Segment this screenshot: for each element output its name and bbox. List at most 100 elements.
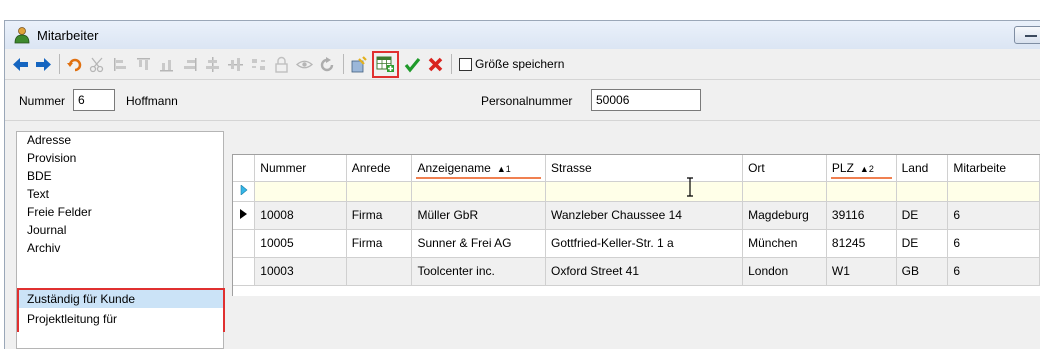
table-row[interactable]: 10003 Toolcenter inc. Oxford Street 41 L…: [233, 257, 1040, 286]
eye-icon: [296, 60, 313, 68]
save-size-toggle[interactable]: Größe speichern: [459, 57, 564, 71]
align-bottom-button[interactable]: [157, 55, 176, 74]
align-left-button[interactable]: [111, 55, 130, 74]
filter-cell[interactable]: [346, 181, 413, 202]
sidebar-item-journal[interactable]: Journal: [27, 223, 66, 237]
filter-cell[interactable]: [411, 181, 546, 202]
back-button[interactable]: [11, 55, 30, 74]
filter-row[interactable]: [233, 181, 1040, 202]
current-row-arrow-icon: [240, 209, 248, 219]
view-button[interactable]: [295, 55, 314, 74]
cell-nummer[interactable]: 10005: [254, 229, 347, 258]
forward-button[interactable]: [34, 55, 53, 74]
distribute-icon: [252, 58, 265, 70]
cell-mitarbeiter[interactable]: 6: [947, 229, 1040, 258]
cell-nummer[interactable]: 10008: [254, 201, 347, 230]
sidebar-item-text[interactable]: Text: [27, 187, 49, 201]
cell-strasse[interactable]: Oxford Street 41: [545, 257, 744, 286]
add-record-button[interactable]: [372, 50, 399, 78]
nummer-field[interactable]: 6: [73, 89, 115, 111]
sort-indicator: ▲2: [859, 163, 874, 174]
column-header-nummer[interactable]: Nummer: [254, 155, 347, 182]
cell-ort[interactable]: London: [742, 257, 827, 286]
confirm-button[interactable]: [403, 55, 422, 74]
cell-anrede[interactable]: Firma: [346, 229, 413, 258]
cell-plz[interactable]: 81245: [826, 229, 897, 258]
cell-mitarbeiter[interactable]: 6: [947, 201, 1040, 230]
filter-cell[interactable]: [947, 181, 1040, 202]
column-header-label: Anzeigename: [417, 160, 491, 175]
save-size-label: Größe speichern: [475, 57, 565, 71]
align-bottom-icon: [160, 59, 173, 71]
sidebar-item-adresse[interactable]: Adresse: [27, 133, 71, 147]
undo-icon: [67, 58, 82, 71]
cut-icon: [89, 57, 104, 72]
align-right-button[interactable]: [180, 55, 199, 74]
sidebar-item-freie-felder[interactable]: Freie Felder: [27, 205, 92, 219]
center-horizontal-icon: [206, 56, 219, 72]
minimize-button[interactable]: [1014, 26, 1040, 44]
table-row[interactable]: 10005 Firma Sunner & Frei AG Gottfried-K…: [233, 229, 1040, 258]
row-indicator: [233, 229, 256, 258]
filter-cell[interactable]: [742, 181, 827, 202]
column-header-land[interactable]: Land: [896, 155, 949, 182]
sidebar-item-bde[interactable]: BDE: [27, 169, 52, 183]
cell-mitarbeiter[interactable]: 6: [947, 257, 1040, 286]
column-header-strasse[interactable]: Strasse: [545, 155, 744, 182]
distribute-button[interactable]: [249, 55, 268, 74]
lock-button[interactable]: [272, 55, 291, 74]
table-header-row: Nummer Anrede Anzeigename ▲1 Strasse Ort …: [233, 155, 1040, 182]
center-vertical-button[interactable]: [226, 55, 245, 74]
refresh-button[interactable]: [318, 55, 337, 74]
filter-cell[interactable]: [896, 181, 949, 202]
cell-anrede[interactable]: [346, 257, 413, 286]
filter-cell[interactable]: [254, 181, 347, 202]
cell-nummer[interactable]: 10003: [254, 257, 347, 286]
table-row[interactable]: 10008 Firma Müller GbR Wanzleber Chausse…: [233, 201, 1040, 230]
column-header-mitarbeiter[interactable]: Mitarbeite: [947, 155, 1040, 182]
column-header-ort[interactable]: Ort: [742, 155, 827, 182]
cell-strasse[interactable]: Gottfried-Keller-Str. 1 a: [545, 229, 744, 258]
toolbar-separator: [451, 54, 452, 74]
cell-land[interactable]: DE: [896, 201, 949, 230]
indicator-header: [233, 155, 256, 182]
wizard-button[interactable]: [349, 55, 368, 74]
align-top-button[interactable]: [134, 55, 153, 74]
cell-land[interactable]: GB: [896, 257, 949, 286]
column-header-label: Ort: [748, 160, 765, 175]
center-horizontal-button[interactable]: [203, 55, 222, 74]
column-header-label: Strasse: [550, 160, 592, 175]
sidebar-item-archiv[interactable]: Archiv: [27, 241, 60, 255]
center-vertical-icon: [228, 57, 243, 71]
cell-plz[interactable]: W1: [826, 257, 897, 286]
cut-button[interactable]: [88, 55, 107, 74]
cell-anzeigename[interactable]: Sunner & Frei AG: [411, 229, 546, 258]
cell-anzeigename[interactable]: Toolcenter inc.: [411, 257, 546, 286]
column-header-plz[interactable]: PLZ ▲2: [826, 155, 897, 182]
refresh-icon: [320, 56, 334, 71]
detail-navigation: Adresse Provision BDE Text Freie Felder …: [16, 131, 225, 349]
column-header-anzeigename[interactable]: Anzeigename ▲1: [411, 155, 546, 182]
undo-button[interactable]: [65, 55, 84, 74]
cell-land[interactable]: DE: [896, 229, 949, 258]
cancel-button[interactable]: [426, 55, 445, 74]
cell-strasse[interactable]: Wanzleber Chaussee 14: [545, 201, 744, 230]
column-header-anrede[interactable]: Anrede: [346, 155, 413, 182]
text-cursor-icon: [687, 177, 693, 197]
lock-icon: [275, 56, 288, 73]
align-right-icon: [184, 57, 197, 71]
personalnummer-field[interactable]: 50006: [591, 89, 701, 111]
users-app-icon: [14, 27, 30, 44]
cell-plz[interactable]: 39116: [826, 201, 897, 230]
cell-anzeigename[interactable]: Müller GbR: [411, 201, 546, 230]
cell-ort[interactable]: Magdeburg: [742, 201, 827, 230]
column-header-label: Nummer: [260, 160, 307, 175]
filter-cell[interactable]: [545, 181, 744, 202]
cell-ort[interactable]: München: [742, 229, 827, 258]
column-header-label: PLZ: [831, 160, 854, 175]
save-size-checkbox[interactable]: [459, 57, 472, 71]
nav-highlight-box: [17, 288, 225, 332]
filter-cell[interactable]: [826, 181, 897, 202]
sidebar-item-provision[interactable]: Provision: [27, 151, 76, 165]
cell-anrede[interactable]: Firma: [346, 201, 413, 230]
